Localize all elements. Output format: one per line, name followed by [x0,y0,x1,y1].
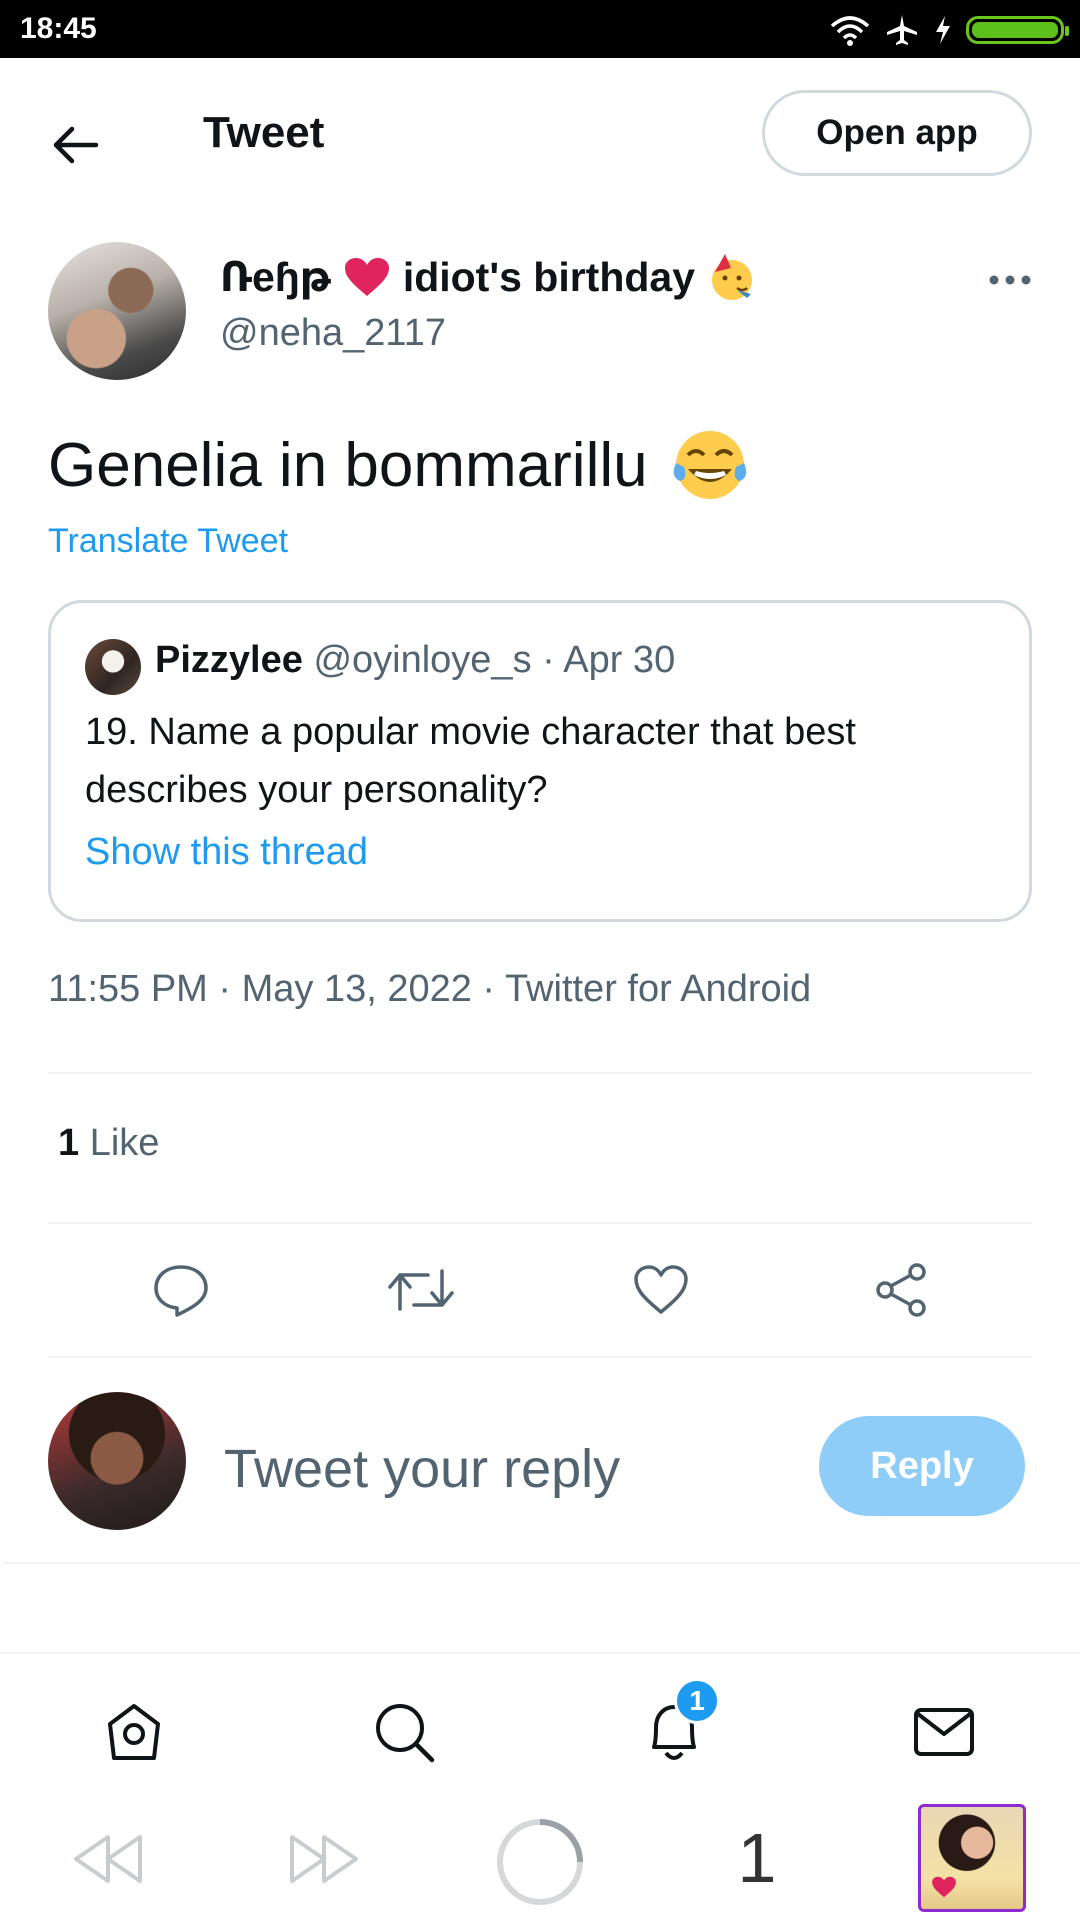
browser-loading-button[interactable] [492,1814,588,1910]
fast-forward-icon [290,1835,358,1883]
more-icon [989,275,1031,285]
browser-back-button[interactable] [68,1826,148,1892]
divider [48,1356,1032,1358]
home-icon [108,1704,160,1760]
quote-author-avatar [85,639,141,695]
nav-search[interactable] [368,1696,440,1768]
likes-count[interactable]: 1 Like [58,1122,159,1165]
quote-tweet-card[interactable]: Pizzylee @oyinloye_s · Apr 30 19. Name a… [48,600,1032,922]
author-avatar[interactable] [48,242,186,380]
loading-spinner-icon [497,1819,583,1905]
tab-thumbnail[interactable] [918,1804,1026,1912]
more-options-button[interactable] [980,262,1040,298]
divider [4,1562,1080,1564]
party-face-icon [712,254,753,300]
author-name-text: Ռeɧթ [220,254,331,300]
search-icon [376,1704,435,1763]
author-handle[interactable]: @neha_2117 [220,312,446,355]
reply-input[interactable] [224,1438,784,1500]
bottom-navigation: 1 [0,1652,1080,1804]
share-icon [876,1263,926,1317]
nav-messages[interactable] [908,1696,980,1768]
tweet-timestamp: 11:55 PM · May 13, 2022 · Twitter for An… [48,968,812,1010]
quote-header: Pizzylee @oyinloye_s · Apr 30 [155,639,675,682]
airplane-icon [887,15,917,45]
rewind-icon [74,1835,142,1883]
nav-home[interactable] [98,1696,170,1768]
reply-button[interactable]: Reply [819,1416,1025,1516]
heart-icon [932,1876,956,1898]
quote-author-name: Pizzylee [155,639,303,681]
retweet-icon [388,1269,454,1311]
divider [48,1072,1032,1074]
open-app-button[interactable]: Open app [762,90,1032,176]
tweet-text-content: Genelia in bommarillu [48,430,648,500]
heart-outline-icon [634,1265,688,1314]
share-button[interactable] [866,1255,936,1325]
status-icons [830,12,1069,48]
tab-count[interactable]: 1 [732,1818,782,1898]
notification-badge: 1 [674,1678,720,1724]
reply-action-button[interactable] [146,1255,216,1325]
author-name[interactable]: Ռeɧթ idiot's birthday [220,252,757,302]
heart-icon [344,258,389,296]
show-thread-link[interactable]: Show this thread [85,831,368,874]
comment-icon [154,1265,208,1317]
like-count-number: 1 [58,1122,80,1164]
status-bar: 18:45 [0,0,1080,58]
browser-forward-button[interactable] [284,1826,364,1892]
tears-of-joy-icon [673,431,746,499]
mail-icon [914,1708,974,1756]
status-time: 18:45 [20,12,97,45]
author-name-suffix: idiot's birthday [402,253,696,300]
battery-icon [966,16,1069,44]
tweet-text: Genelia in bommarillu [48,425,750,505]
charging-icon [936,16,950,44]
wifi-icon [830,16,870,46]
quote-author-meta: @oyinloye_s · Apr 30 [313,639,676,681]
current-user-avatar [48,1392,186,1530]
translate-tweet-link[interactable]: Translate Tweet [48,522,288,561]
like-count-label: Like [89,1122,160,1164]
back-arrow-icon [53,126,99,164]
quote-text: 19. Name a popular movie character that … [85,711,856,811]
back-button[interactable] [40,110,110,180]
page-title: Tweet [203,108,325,157]
like-button[interactable] [626,1255,696,1325]
divider [48,1222,1032,1224]
retweet-button[interactable] [386,1255,456,1325]
page-header: Tweet Open app [0,60,1080,210]
